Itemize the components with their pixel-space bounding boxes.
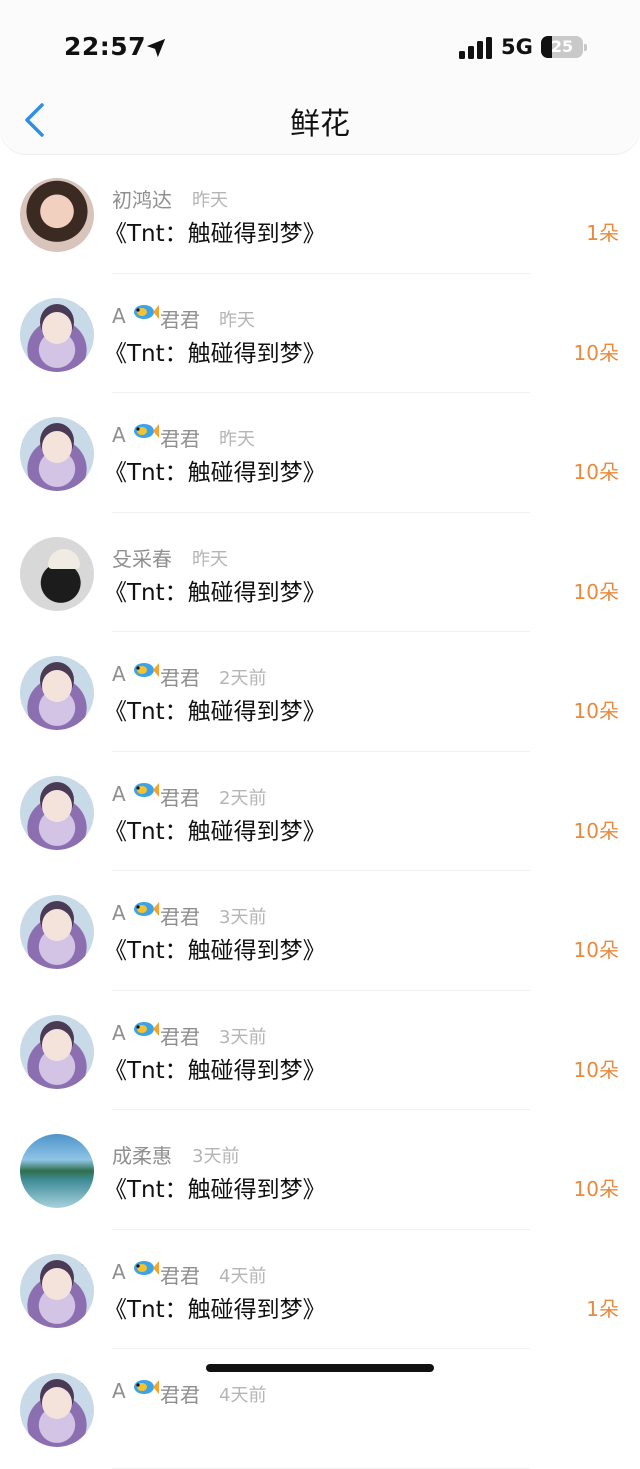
fish-emoji-icon: [131, 301, 159, 323]
flower-count: 10朵: [573, 1057, 619, 1082]
flower-count: 10朵: [573, 579, 619, 604]
avatar[interactable]: [20, 178, 94, 252]
timestamp: 2天前: [219, 668, 267, 689]
list-item[interactable]: ✧ A 君君 4天前《Tnt：触碰得到梦》 1朵: [0, 1230, 640, 1349]
timestamp: 3天前: [219, 907, 267, 928]
book-title: 《Tnt：触碰得到梦》: [104, 579, 326, 606]
butterfly-icon: ✧: [80, 779, 92, 796]
list-item[interactable]: 初鸿达 昨天《Tnt：触碰得到梦》 1朵: [0, 154, 640, 274]
timestamp: 昨天: [219, 309, 255, 331]
user-name: 殳采春: [112, 546, 172, 571]
user-name-prefix: A: [112, 901, 126, 925]
timestamp: 4天前: [219, 1385, 267, 1406]
user-name: 君君: [160, 1263, 200, 1288]
page-title: 鲜花: [290, 107, 350, 142]
signal-bars-icon: [459, 37, 492, 59]
timestamp: 昨天: [192, 190, 228, 211]
battery-indicator: 25: [541, 36, 583, 58]
list-item[interactable]: 成柔惠 3天前《Tnt：触碰得到梦》 10朵: [0, 1110, 640, 1230]
timestamp: 3天前: [192, 1146, 240, 1167]
avatar[interactable]: ✧: [20, 417, 94, 491]
flower-count: 10朵: [573, 699, 619, 723]
user-name-prefix: A: [112, 423, 126, 447]
flower-count: 1朵: [586, 1296, 619, 1321]
butterfly-icon: ✧: [80, 660, 92, 676]
book-title: 《Tnt：触碰得到梦》: [104, 1296, 326, 1323]
user-name-prefix: A: [112, 662, 126, 686]
book-title: 《Tnt：触碰得到梦》: [104, 938, 326, 964]
book-title: 《Tnt：触碰得到梦》: [104, 818, 326, 845]
timestamp: 4天前: [219, 1265, 267, 1287]
butterfly-icon: ✧: [80, 1257, 92, 1274]
user-name-prefix: A: [112, 1259, 126, 1284]
battery-tip: [584, 44, 587, 51]
avatar[interactable]: [20, 1134, 94, 1208]
home-indicator[interactable]: [206, 1364, 434, 1372]
list-item[interactable]: ✧ A 君君 昨天《Tnt：触碰得到梦》 10朵: [0, 274, 640, 393]
avatar[interactable]: ✧: [20, 895, 94, 969]
avatar[interactable]: ✧: [20, 656, 94, 730]
flower-count: 10朵: [573, 1177, 619, 1201]
user-name: 初鸿达: [112, 188, 172, 212]
location-arrow-icon: [146, 38, 166, 58]
avatar[interactable]: ✧: [20, 775, 94, 850]
list-item[interactable]: ✧ A 君君 2天前《Tnt：触碰得到梦》 10朵: [0, 752, 640, 871]
fish-emoji-icon: [131, 1257, 159, 1279]
divider: [112, 1467, 530, 1469]
avatar[interactable]: ✧: [20, 297, 94, 372]
avatar[interactable]: ✧: [20, 1253, 94, 1328]
book-title: 《Tnt：触碰得到梦》: [104, 460, 326, 486]
flower-count: 10朵: [573, 818, 619, 843]
timestamp: 昨天: [219, 429, 255, 450]
fish-emoji-icon: [131, 1018, 159, 1040]
flower-list: 初鸿达 昨天 《Tnt：触碰得到梦》 1朵 ✧ A 君君 昨天 《Tnt：触碰得到梦》 10朵 ✧ A…: [0, 154, 640, 1469]
user-name: 君君: [160, 905, 200, 929]
timestamp: 昨天: [192, 548, 228, 570]
flower-count: 1朵: [586, 221, 619, 245]
list-item[interactable]: ✧ A 君君 昨天《Tnt：触碰得到梦》 10朵: [0, 393, 640, 513]
user-name: 君君: [160, 1383, 200, 1407]
user-name: 君君: [160, 1024, 200, 1049]
user-name-prefix: A: [112, 781, 126, 806]
top-header: 22:57 5G 25 鲜花: [0, 0, 640, 154]
list-item[interactable]: ✧ A 君君 3天前《Tnt：触碰得到梦》 10朵: [0, 871, 640, 991]
fish-emoji-icon: [131, 779, 159, 801]
avatar[interactable]: [20, 536, 94, 611]
user-name: 君君: [160, 785, 200, 810]
butterfly-icon: ✧: [80, 1377, 92, 1393]
status-time: 22:57: [64, 32, 147, 61]
user-name-prefix: A: [112, 303, 126, 328]
butterfly-icon: ✧: [80, 899, 92, 915]
user-name: 君君: [160, 307, 200, 332]
user-name: 君君: [160, 666, 200, 690]
butterfly-icon: ✧: [80, 1018, 92, 1035]
list-item[interactable]: ✧ A 君君 2天前《Tnt：触碰得到梦》 10朵: [0, 632, 640, 752]
timestamp: 2天前: [219, 787, 267, 809]
user-name: 成柔惠: [112, 1144, 172, 1168]
list-item[interactable]: 殳采春 昨天《Tnt：触碰得到梦》 10朵: [0, 513, 640, 632]
avatar[interactable]: ✧: [20, 1014, 94, 1089]
flower-count: 10朵: [573, 460, 619, 484]
timestamp: 3天前: [219, 1026, 267, 1048]
book-title: 《Tnt：触碰得到梦》: [104, 340, 326, 367]
fish-emoji-icon: [131, 1376, 159, 1398]
user-name: 君君: [160, 427, 200, 451]
butterfly-icon: ✧: [80, 421, 92, 437]
fish-emoji-icon: [131, 420, 159, 442]
avatar[interactable]: ✧: [20, 1373, 94, 1447]
user-name-prefix: A: [112, 1020, 126, 1045]
battery-level: 25: [550, 37, 574, 56]
book-title: 《Tnt：触碰得到梦》: [104, 699, 326, 725]
fish-emoji-icon: [131, 898, 159, 920]
user-name-prefix: A: [112, 1379, 126, 1403]
fish-emoji-icon: [131, 659, 159, 681]
list-item[interactable]: ✧ A 君君 3天前《Tnt：触碰得到梦》 10朵: [0, 991, 640, 1110]
book-title: 《Tnt：触碰得到梦》: [104, 221, 326, 247]
butterfly-icon: ✧: [80, 301, 92, 318]
book-title: 《Tnt：触碰得到梦》: [104, 1057, 326, 1084]
flower-count: 10朵: [573, 938, 619, 962]
flower-count: 10朵: [573, 340, 619, 365]
book-title: 《Tnt：触碰得到梦》: [104, 1177, 326, 1203]
network-type: 5G: [501, 35, 533, 59]
